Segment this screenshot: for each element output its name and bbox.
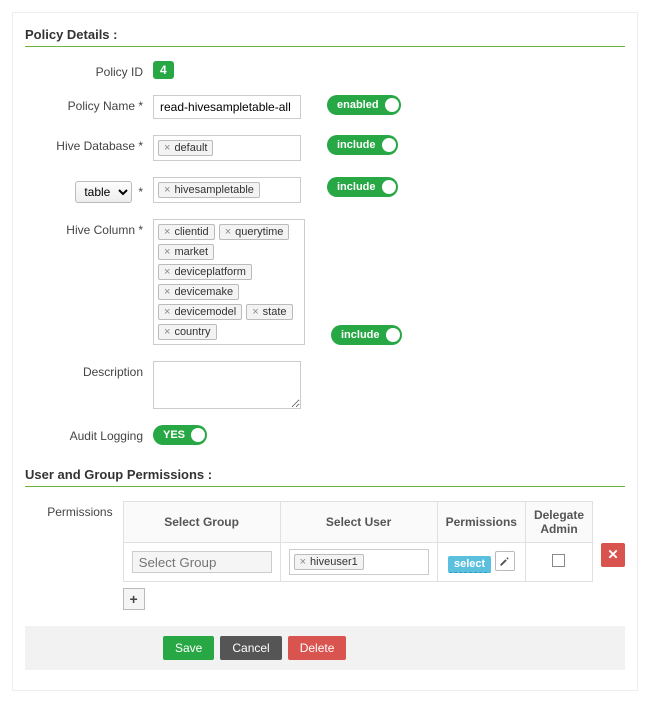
tag-label: market — [174, 246, 208, 258]
tag-label: devicemodel — [174, 306, 236, 318]
close-icon: ✕ — [607, 547, 618, 562]
tag-label: deviceplatform — [174, 266, 246, 278]
tag-label: hivesampletable — [174, 184, 254, 196]
pencil-icon — [499, 556, 510, 567]
remove-tag-icon[interactable]: × — [225, 227, 231, 238]
remove-tag-icon[interactable]: × — [164, 247, 170, 258]
description-label: Description — [25, 361, 153, 379]
toggle-knob — [386, 328, 400, 342]
tag[interactable]: × state — [246, 304, 292, 320]
tag-label: querytime — [235, 226, 283, 238]
tag[interactable]: × default — [158, 140, 213, 156]
hive-database-include-toggle[interactable]: include — [327, 135, 398, 155]
tag[interactable]: × hiveuser1 — [294, 554, 364, 570]
policy-name-input[interactable] — [153, 95, 301, 119]
user-group-permissions-heading: User and Group Permissions : — [25, 467, 625, 482]
hive-column-include-toggle[interactable]: include — [331, 325, 402, 345]
tag[interactable]: × devicemake — [158, 284, 239, 300]
enabled-toggle[interactable]: enabled — [327, 95, 401, 115]
hive-database-input[interactable]: × default — [153, 135, 301, 161]
tag[interactable]: × hivesampletable — [158, 182, 260, 198]
table-row: × hiveuser1 select — [123, 543, 592, 582]
audit-logging-toggle-label: YES — [163, 429, 185, 441]
remove-tag-icon[interactable]: × — [252, 307, 258, 318]
remove-tag-icon[interactable]: × — [164, 185, 170, 196]
tag[interactable]: × clientid — [158, 224, 215, 240]
audit-logging-toggle[interactable]: YES — [153, 425, 207, 445]
tag-label: country — [174, 326, 210, 338]
col-select-group: Select Group — [123, 502, 280, 543]
select-group-input[interactable] — [132, 551, 272, 573]
audit-logging-label: Audit Logging — [25, 425, 153, 443]
tag[interactable]: × querytime — [219, 224, 290, 240]
delete-button[interactable]: Delete — [288, 636, 347, 660]
toggle-knob — [382, 138, 396, 152]
permission-badge[interactable]: select — [448, 556, 491, 573]
required-asterisk: * — [138, 185, 143, 199]
select-user-input[interactable]: × hiveuser1 — [289, 549, 429, 575]
policy-name-label: Policy Name * — [25, 95, 153, 113]
remove-tag-icon[interactable]: × — [164, 227, 170, 238]
include-toggle-label: include — [337, 181, 376, 193]
tag-label: devicemake — [174, 286, 233, 298]
tag[interactable]: × country — [158, 324, 217, 340]
hive-column-label: Hive Column * — [25, 219, 153, 237]
tag[interactable]: × devicemodel — [158, 304, 242, 320]
permissions-label: Permissions — [25, 501, 123, 519]
remove-tag-icon[interactable]: × — [164, 143, 170, 154]
section-divider — [25, 486, 625, 487]
toggle-knob — [191, 428, 205, 442]
col-permissions: Permissions — [437, 502, 525, 543]
policy-id-badge: 4 — [153, 61, 174, 79]
toggle-knob — [382, 180, 396, 194]
hive-table-include-toggle[interactable]: include — [327, 177, 398, 197]
edit-permissions-button[interactable] — [495, 551, 515, 571]
toggle-knob — [385, 98, 399, 112]
remove-tag-icon[interactable]: × — [164, 327, 170, 338]
delegate-admin-checkbox[interactable] — [552, 554, 565, 567]
include-toggle-label: include — [341, 329, 380, 341]
tag[interactable]: × deviceplatform — [158, 264, 252, 280]
resource-type-select[interactable]: table — [75, 181, 132, 203]
section-divider — [25, 46, 625, 47]
remove-tag-icon[interactable]: × — [300, 557, 306, 568]
save-button[interactable]: Save — [163, 636, 214, 660]
col-select-user: Select User — [280, 502, 437, 543]
col-delegate-admin: Delegate Admin — [525, 502, 592, 543]
tag-label: hiveuser1 — [310, 556, 358, 568]
include-toggle-label: include — [337, 139, 376, 151]
tag-label: clientid — [174, 226, 208, 238]
policy-id-label: Policy ID — [25, 61, 153, 79]
hive-table-input[interactable]: × hivesampletable — [153, 177, 301, 203]
remove-tag-icon[interactable]: × — [164, 287, 170, 298]
tag[interactable]: × market — [158, 244, 214, 260]
hive-database-label: Hive Database * — [25, 135, 153, 153]
policy-details-heading: Policy Details : — [25, 27, 625, 42]
remove-tag-icon[interactable]: × — [164, 307, 170, 318]
action-bar: Save Cancel Delete — [25, 626, 625, 670]
enabled-toggle-label: enabled — [337, 99, 379, 111]
remove-row-button[interactable]: ✕ — [601, 543, 625, 567]
add-row-button[interactable]: + — [123, 588, 145, 610]
hive-column-input[interactable]: × clientid × querytime × market × deviceplatfor… — [153, 219, 305, 345]
tag-label: default — [174, 142, 207, 154]
plus-icon: + — [130, 591, 138, 607]
tag-label: state — [263, 306, 287, 318]
remove-tag-icon[interactable]: × — [164, 267, 170, 278]
cancel-button[interactable]: Cancel — [220, 636, 281, 660]
description-input[interactable] — [153, 361, 301, 409]
permissions-table: Select Group Select User Permissions Del… — [123, 501, 593, 582]
